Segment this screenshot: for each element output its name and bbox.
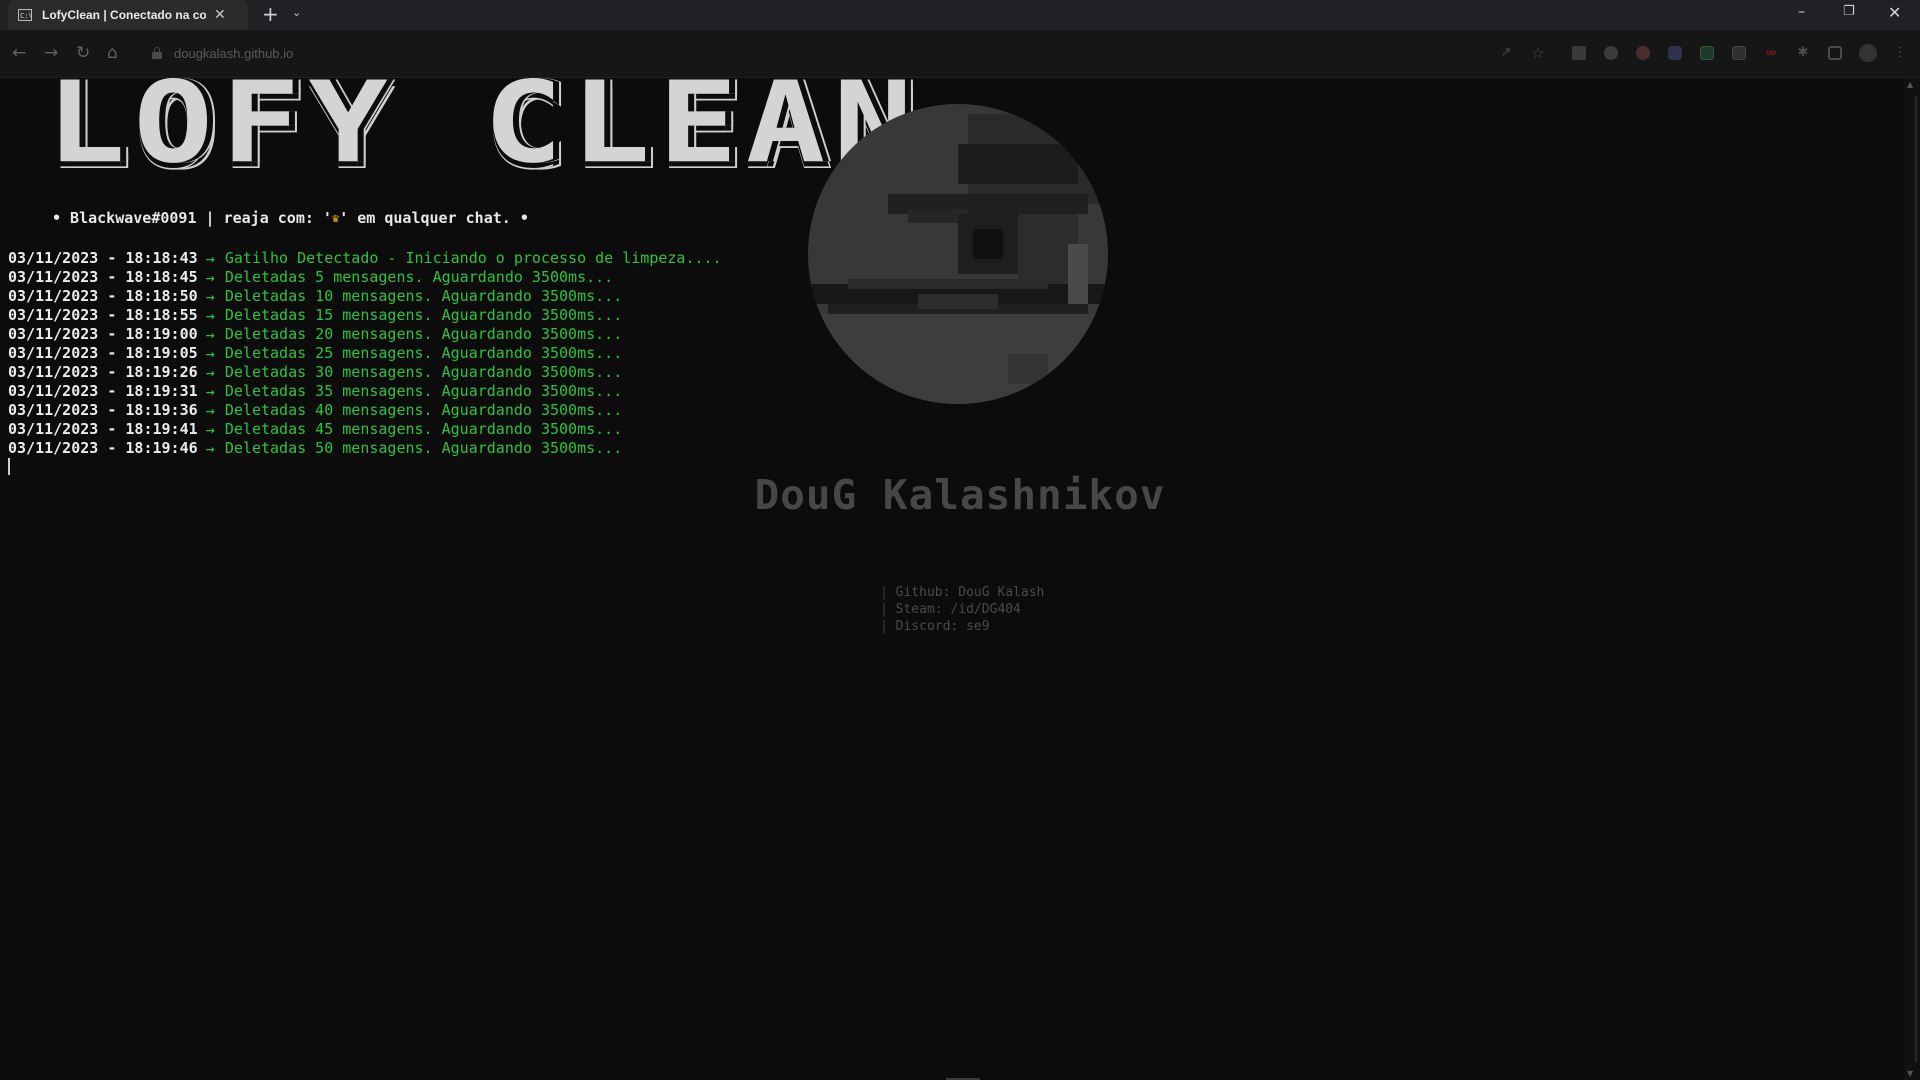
log-message: Deletadas 35 mensagens. Aguardando 3500m… [224,382,623,400]
arrow-right-icon: → [205,405,215,418]
log-line: 03/11/2023 - 18:18:45 → Deletadas 5 mensag… [8,268,722,287]
menu-kebab-icon[interactable]: ⋮ [1893,46,1907,60]
scroll-down-arrow-icon[interactable]: ▼ [1907,1069,1913,1078]
tab-title: LofyClean | Conectado na cont [42,8,206,22]
profile-avatar-icon[interactable] [1859,44,1877,62]
link-steam[interactable]: | Steam: /id/DG404 [880,601,1044,618]
browser-tab-strip: C:\ LofyClean | Conectado na cont ✕ + ⌄ … [0,0,1920,30]
log-message: Deletadas 5 mensagens. Aguardando 3500ms… [224,268,614,286]
arrow-right-icon: → [205,253,215,266]
log-timestamp: 03/11/2023 - 18:19:46 [8,439,198,457]
log-line: 03/11/2023 - 18:19:26 → Deletadas 30 mensa… [8,363,722,382]
subtitle-prefix: • Blackwave#0091 | reaja com: ' [52,209,332,227]
profile-links: | Github: DouG Kalash | Steam: /id/DG404… [880,584,1044,635]
arrow-right-icon: → [205,443,215,456]
lock-icon[interactable] [152,47,162,59]
puzzle-extensions-icon[interactable]: ✱ [1796,46,1810,60]
arrow-right-icon: → [205,367,215,380]
tab-close-icon[interactable]: ✕ [214,7,226,23]
home-icon[interactable]: ⌂ [107,43,118,63]
red-extension-icon[interactable]: ᴜᴏ [1764,46,1778,60]
log-message: Deletadas 50 mensagens. Aguardando 3500m… [224,439,623,457]
vertical-scrollbar[interactable]: ▲ ▼ [1904,78,1920,1080]
database-extension-icon[interactable] [1572,46,1586,60]
log-line: 03/11/2023 - 18:19:05 → Deletadas 25 mensa… [8,344,722,363]
tab-search-chevron-icon[interactable]: ⌄ [292,6,301,19]
arrow-right-icon: → [205,424,215,437]
reload-icon[interactable]: ↻ [76,43,90,63]
back-arrow-icon[interactable]: ← [12,43,26,63]
globe-extension-icon[interactable] [1636,46,1650,60]
star-icon[interactable]: ☆ [1531,46,1545,61]
log-line: 03/11/2023 - 18:18:50 → Deletadas 10 mensa… [8,287,722,306]
log-timestamp: 03/11/2023 - 18:19:31 [8,382,198,400]
log-timestamp: 03/11/2023 - 18:19:36 [8,401,198,419]
share-icon[interactable]: ↗ [1499,46,1513,60]
log-message: Deletadas 15 mensagens. Aguardando 3500m… [224,306,623,324]
text-cursor[interactable] [8,458,10,475]
new-tab-button[interactable]: + [262,3,279,25]
link-github[interactable]: | Github: DouG Kalash [880,584,1044,601]
log-timestamp: 03/11/2023 - 18:18:50 [8,287,198,305]
url-text[interactable]: dougkalash.github.io [174,46,293,61]
log-message: Deletadas 10 mensagens. Aguardando 3500m… [224,287,623,305]
pixel-avatar-image [808,104,1108,404]
scrollbar-thumb[interactable] [1915,96,1917,1062]
log-line: 03/11/2023 - 18:19:36 → Deletadas 40 mensa… [8,401,722,420]
arrow-right-icon: → [205,291,215,304]
gamepad-extension-icon[interactable] [1732,46,1746,60]
logo-text: LOFY CLEAN [46,78,921,189]
log-line: 03/11/2023 - 18:19:46 → Deletadas 50 mensa… [8,439,722,458]
subtitle: • Blackwave#0091 | reaja com: '♛' em qua… [52,209,529,227]
log-timestamp: 03/11/2023 - 18:18:43 [8,249,198,267]
log-timestamp: 03/11/2023 - 18:19:41 [8,420,198,438]
terminal-extension-icon[interactable] [1700,46,1714,60]
page-content: LOFY CLEAN DouG Kalashnikov • Blackwave#… [0,78,1904,1080]
scroll-up-arrow-icon[interactable]: ▲ [1907,80,1913,89]
activity-log: 03/11/2023 - 18:18:43 → Gatilho Detectado … [8,249,722,458]
log-timestamp: 03/11/2023 - 18:19:26 [8,363,198,381]
log-timestamp: 03/11/2023 - 18:19:00 [8,325,198,343]
log-timestamp: 03/11/2023 - 18:19:05 [8,344,198,362]
subtitle-suffix: ' em qualquer chat. • [339,209,529,227]
arrow-right-icon: → [205,386,215,399]
terminal-favicon-icon: C:\ [18,9,32,21]
log-line: 03/11/2023 - 18:19:41 → Deletadas 45 mensa… [8,420,722,439]
logo: LOFY CLEAN [46,78,921,192]
log-message: Gatilho Detectado - Iniciando o processo… [224,249,722,267]
log-message: Deletadas 25 mensagens. Aguardando 3500m… [224,344,623,362]
log-message: Deletadas 45 mensagens. Aguardando 3500m… [224,420,623,438]
side-panel-icon[interactable] [1828,46,1842,60]
profile-name: DouG Kalashnikov [754,471,1166,519]
log-line: 03/11/2023 - 18:18:55 → Deletadas 15 mensa… [8,306,722,325]
log-timestamp: 03/11/2023 - 18:18:45 [8,268,198,286]
log-line: 03/11/2023 - 18:18:43 → Gatilho Detectado … [8,249,722,268]
log-message: Deletadas 30 mensagens. Aguardando 3500m… [224,363,623,381]
link-discord[interactable]: | Discord: se9 [880,618,1044,635]
window-restore-button[interactable]: ❐ [1843,4,1855,19]
log-line: 03/11/2023 - 18:19:00 → Deletadas 20 mensa… [8,325,722,344]
circle-extension-icon[interactable] [1604,46,1618,60]
arrow-right-icon: → [205,272,215,285]
browser-toolbar: ← → ↻ ⌂ dougkalash.github.io ↗ ☆ ᴜᴏ ✱ ⋮ [0,30,1920,78]
forward-arrow-icon[interactable]: → [44,43,58,63]
arrow-right-icon: → [205,329,215,342]
log-message: Deletadas 20 mensagens. Aguardando 3500m… [224,325,623,343]
active-tab[interactable]: C:\ LofyClean | Conectado na cont ✕ [8,0,248,30]
log-message: Deletadas 40 mensagens. Aguardando 3500m… [224,401,623,419]
address-bar[interactable]: dougkalash.github.io [140,38,1490,68]
arrow-right-icon: → [205,310,215,323]
arrow-right-icon: → [205,348,215,361]
window-close-button[interactable]: ✕ [1888,3,1901,22]
discord-extension-icon[interactable] [1668,46,1682,60]
log-line: 03/11/2023 - 18:19:31 → Deletadas 35 mensa… [8,382,722,401]
log-timestamp: 03/11/2023 - 18:18:55 [8,306,198,324]
window-minimize-button[interactable]: – [1798,4,1805,20]
